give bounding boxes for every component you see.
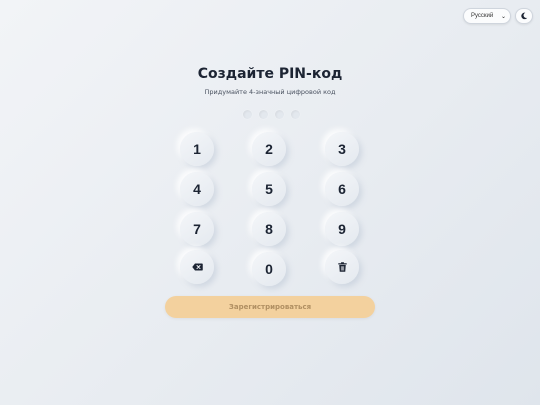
page-title: Создайте PIN-код	[197, 66, 343, 82]
key-5[interactable]: 5	[252, 172, 286, 206]
key-2[interactable]: 2	[252, 132, 286, 166]
pin-dot	[291, 110, 300, 119]
page-subtitle: Придумайте 4-значный цифровой код	[204, 88, 336, 96]
key-1[interactable]: 1	[180, 132, 214, 166]
pin-dot	[259, 110, 268, 119]
pin-dot	[275, 110, 284, 119]
key-0[interactable]: 0	[252, 252, 286, 286]
key-8[interactable]: 8	[252, 212, 286, 246]
key-6[interactable]: 6	[325, 172, 359, 206]
key-9[interactable]: 9	[325, 212, 359, 246]
key-3[interactable]: 3	[325, 132, 359, 166]
clear-button[interactable]	[325, 250, 359, 284]
theme-toggle-button[interactable]	[515, 8, 533, 24]
pin-indicator	[243, 110, 300, 119]
chevron-down-icon: ⌄	[500, 13, 506, 20]
top-controls: Русский ⌄	[463, 8, 533, 24]
key-4[interactable]: 4	[180, 172, 214, 206]
language-select-value: Русский	[471, 13, 494, 19]
register-button[interactable]: Зарегистрироваться	[165, 296, 375, 318]
pin-dot	[243, 110, 252, 119]
trash-icon	[337, 262, 347, 272]
key-7[interactable]: 7	[180, 212, 214, 246]
backspace-button[interactable]	[180, 250, 214, 284]
language-select[interactable]: Русский ⌄	[463, 8, 511, 24]
moon-icon	[521, 12, 528, 20]
backspace-icon	[191, 263, 203, 271]
